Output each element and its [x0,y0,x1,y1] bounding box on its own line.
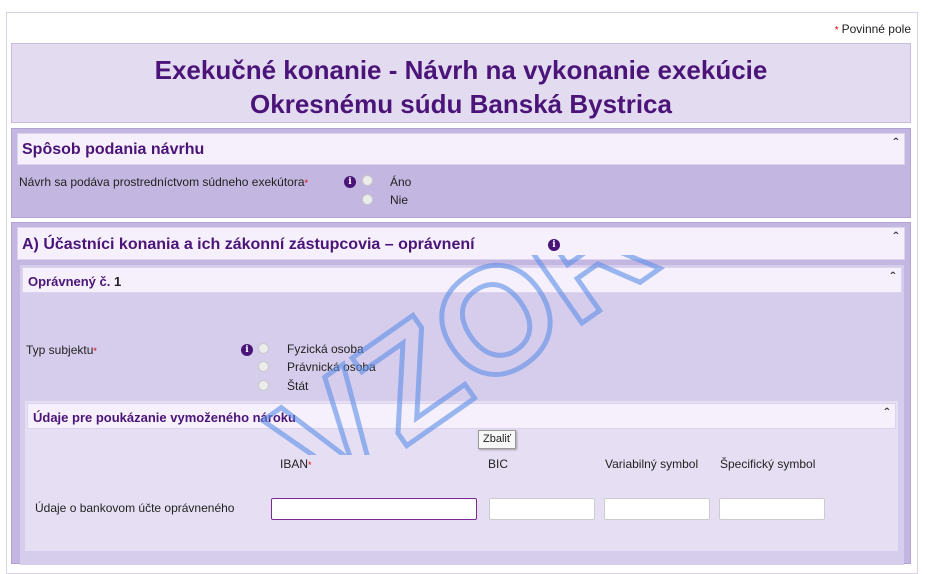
iban-column-label: IBAN* [280,457,312,471]
bic-column-label: BIC [488,457,509,471]
collapse-section-a-button[interactable]: ˆ [893,229,898,245]
bank-account-row-label: Údaje o bankovom účte oprávneného [35,501,235,515]
submission-question-label: Návrh sa podáva prostredníctvom súdneho … [19,175,309,189]
page-title-line1: Exekučné konanie - Návrh na vykonanie ex… [154,55,768,85]
page-title: Exekučné konanie - Návrh na vykonanie ex… [11,43,911,123]
radio-ano[interactable] [362,175,373,186]
section-submission-title: Spôsob podania návrhu [22,141,205,158]
collapse-payment-button[interactable]: ˆ [884,405,889,421]
variable-symbol-input[interactable] [604,498,710,520]
collapse-section-submission-button[interactable]: ˆ [893,135,898,151]
radio-fyzicka-osoba-label: Fyzická osoba [287,342,364,356]
radio-nie-label: Nie [390,193,409,207]
claimant-header: Oprávnený č. 1 ˆ [22,267,902,293]
radio-stat[interactable] [258,380,269,391]
section-a-header: A) Účastníci konania a ich zákonní zástu… [17,227,905,260]
section-submission: Spôsob podania návrhu ˆ Návrh sa podáva … [11,128,911,218]
page-title-line2: Okresnému súdu Banská Bystrica [250,89,672,119]
specific-symbol-input[interactable] [719,498,825,520]
required-star-icon: * [93,346,97,356]
bic-input[interactable] [489,498,595,520]
radio-stat-label: Štát [287,379,309,393]
section-a-title: A) Účastníci konania a ich zákonní zástu… [22,236,475,253]
required-star-icon: * [304,178,309,188]
claimant-panel: Oprávnený č. 1 ˆ Typ subjektu* i Fyzická… [20,265,904,565]
section-submission-header: Spôsob podania návrhu ˆ [17,133,905,165]
required-star-icon: * [834,25,839,36]
radio-pravnicka-osoba-label: Právnická osoba [287,360,376,374]
required-star-icon: * [308,460,312,470]
radio-pravnicka-osoba[interactable] [258,361,269,372]
info-icon[interactable]: i [241,344,253,356]
iban-input[interactable] [271,498,477,520]
payment-title: Údaje pre poukázanie vymoženého nároku [33,410,296,425]
subject-type-label: Typ subjektu* [26,343,97,357]
radio-nie[interactable] [362,194,373,205]
payment-panel: Údaje pre poukázanie vymoženého nároku ˆ… [25,401,898,551]
radio-ano-label: Áno [390,175,412,189]
collapse-claimant-button[interactable]: ˆ [890,269,895,285]
section-a: A) Účastníci konania a ich zákonní zástu… [11,222,911,565]
info-icon[interactable]: i [548,239,560,251]
collapse-tooltip: Zbaliť [478,430,516,449]
variable-symbol-column-label: Variabilný symbol [605,457,699,471]
info-icon[interactable]: i [344,176,356,188]
radio-fyzicka-osoba[interactable] [258,343,269,354]
payment-header: Údaje pre poukázanie vymoženého nároku ˆ [27,403,896,429]
claimant-title: Oprávnený č. 1 [28,274,122,289]
required-note: * Povinné pole [834,22,911,36]
specific-symbol-column-label: Špecifický symbol [720,457,816,471]
